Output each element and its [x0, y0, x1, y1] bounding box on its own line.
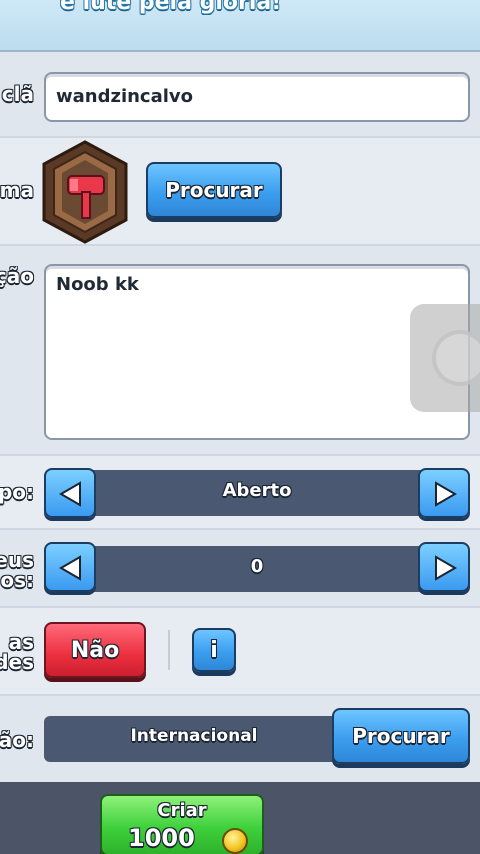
- trophies-label-line2: dos:: [0, 568, 34, 592]
- type-label: po:: [0, 480, 34, 504]
- clan-name-input[interactable]: wandzincalvo: [44, 72, 470, 122]
- trophies-value: 0: [250, 556, 264, 577]
- arrow-left-icon: [59, 555, 81, 581]
- type-prev-button[interactable]: [44, 468, 96, 518]
- trophies-row: eus dos: 0: [0, 530, 480, 608]
- location-row: ão: Internacional Procurar: [0, 696, 480, 782]
- header-text: e lute pela glória!: [60, 0, 282, 15]
- arrow-right-icon: [435, 481, 457, 507]
- create-label: Criar: [157, 800, 207, 821]
- name-label: clã: [1, 82, 34, 106]
- create-clan-button[interactable]: Criar 1000: [100, 794, 264, 854]
- location-selector[interactable]: Internacional: [44, 716, 344, 762]
- type-selector: Aberto: [44, 470, 470, 516]
- hammer-shield-icon[interactable]: [40, 140, 130, 244]
- description-row: ção Noob kk: [0, 246, 480, 456]
- scroll-handle[interactable]: [410, 304, 480, 412]
- trophies-prev-button[interactable]: [44, 542, 96, 592]
- family-row: as des Não i: [0, 608, 480, 696]
- clan-name-value: wandzincalvo: [56, 86, 194, 107]
- trophies-selector: 0: [44, 546, 470, 592]
- emblem-label: ema: [0, 178, 34, 202]
- type-next-button[interactable]: [418, 468, 470, 518]
- family-label-line1: as: [8, 630, 34, 654]
- description-value: Noob kk: [56, 274, 139, 295]
- gold-coin-icon: [222, 828, 248, 854]
- header-banner: e lute pela glória!: [0, 0, 480, 52]
- location-search-button[interactable]: Procurar: [332, 708, 470, 764]
- trophies-label-line1: eus: [0, 548, 34, 572]
- family-toggle-button[interactable]: Não: [44, 622, 146, 678]
- arrow-right-icon: [435, 555, 457, 581]
- description-textarea[interactable]: Noob kk: [44, 264, 470, 440]
- divider: [168, 630, 170, 670]
- location-value: Internacional: [130, 726, 258, 746]
- scroll-handle-knob: [432, 330, 480, 386]
- emblem-search-button[interactable]: Procurar: [146, 162, 282, 218]
- type-row: po: Aberto: [0, 456, 480, 530]
- family-label-line2: des: [0, 650, 34, 674]
- name-row: clã wandzincalvo: [0, 58, 480, 138]
- emblem-row: ema Procurar: [0, 138, 480, 246]
- location-label: ão:: [0, 728, 34, 752]
- arrow-left-icon: [59, 481, 81, 507]
- info-button[interactable]: i: [192, 628, 236, 672]
- type-value: Aberto: [222, 480, 292, 501]
- create-cost: 1000: [128, 824, 195, 852]
- trophies-next-button[interactable]: [418, 542, 470, 592]
- description-label: ção: [0, 264, 34, 288]
